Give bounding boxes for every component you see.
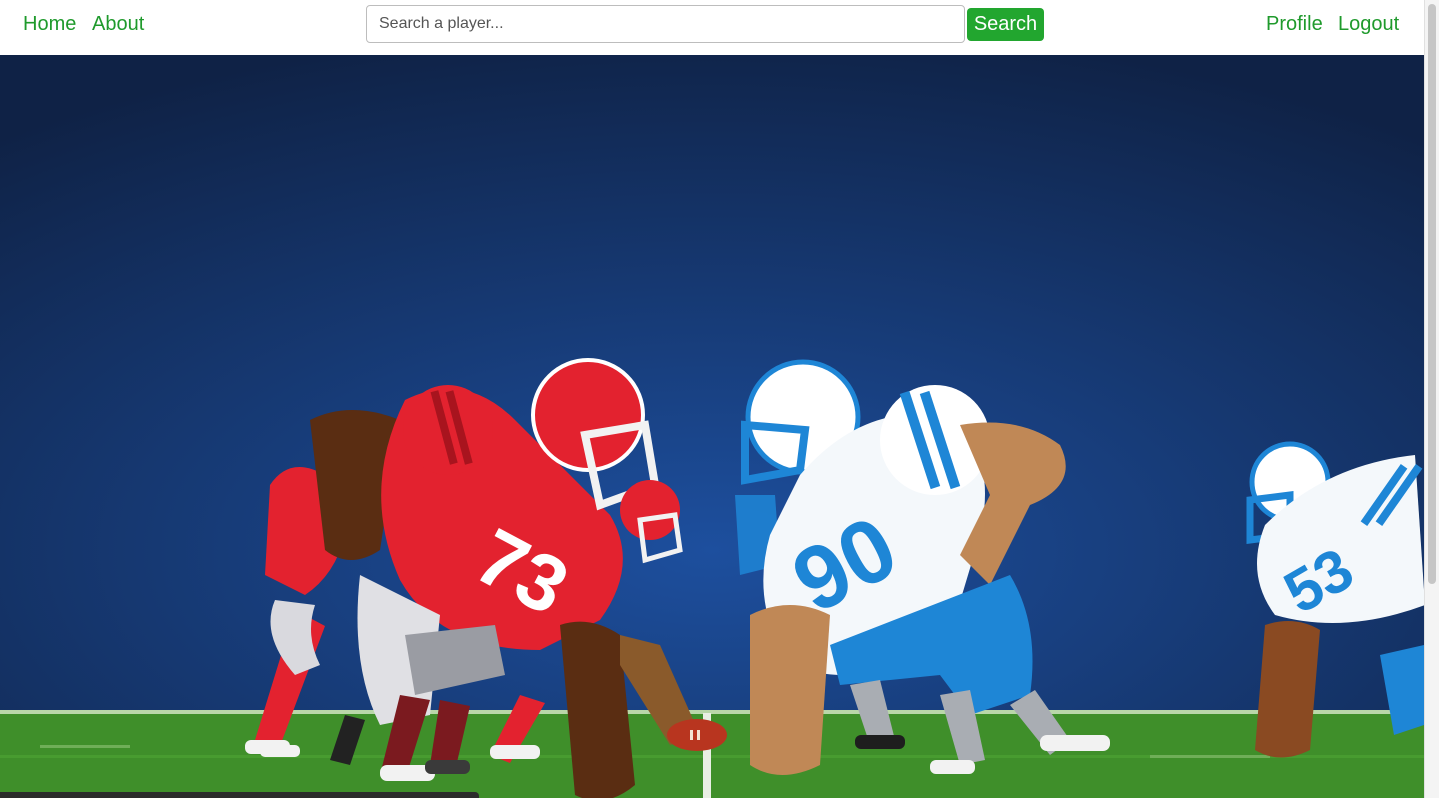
nav-link-about[interactable]: About: [92, 11, 144, 37]
night-sky: [0, 55, 1424, 715]
nav-link-logout[interactable]: Logout: [1338, 11, 1399, 37]
nav-link-home[interactable]: Home: [23, 11, 76, 37]
football-scene-illustration: 73 90 53: [0, 55, 1424, 798]
search-button[interactable]: Search: [967, 8, 1044, 41]
top-navbar: Home About Search Profile Logout: [0, 0, 1424, 56]
bottom-dark-bar: [0, 792, 479, 798]
page-scrollbar[interactable]: [1424, 0, 1439, 798]
player-search-input[interactable]: [366, 5, 965, 43]
football: [667, 719, 727, 751]
hero-football-animation: 73 90 53: [0, 55, 1424, 798]
nav-link-profile[interactable]: Profile: [1266, 11, 1323, 37]
scrollbar-thumb[interactable]: [1428, 4, 1436, 584]
